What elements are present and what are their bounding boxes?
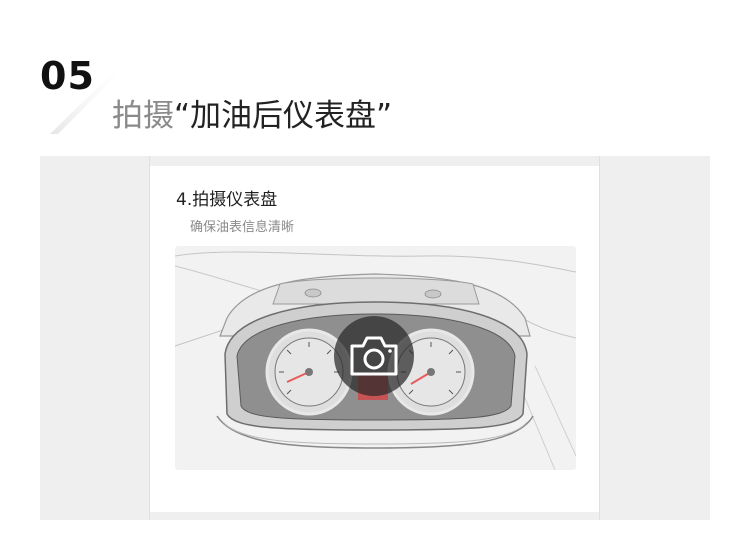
camera-icon <box>350 336 398 376</box>
camera-button[interactable] <box>334 316 414 396</box>
card-subtitle: 确保油表信息清晰 <box>190 220 295 235</box>
phone-screen: 4.拍摄仪表盘 确保油表信息清晰 <box>149 156 600 520</box>
dashboard-illustration <box>175 246 576 470</box>
phone-top-bar <box>150 156 599 166</box>
step-title-main: “加油后仪表盘” <box>174 98 393 134</box>
phone-bottom-bar <box>150 512 599 520</box>
step-title: 拍摄“加油后仪表盘” <box>112 90 392 135</box>
card-title: 4.拍摄仪表盘 <box>176 190 278 210</box>
step-title-prefix: 拍摄 <box>112 98 174 134</box>
